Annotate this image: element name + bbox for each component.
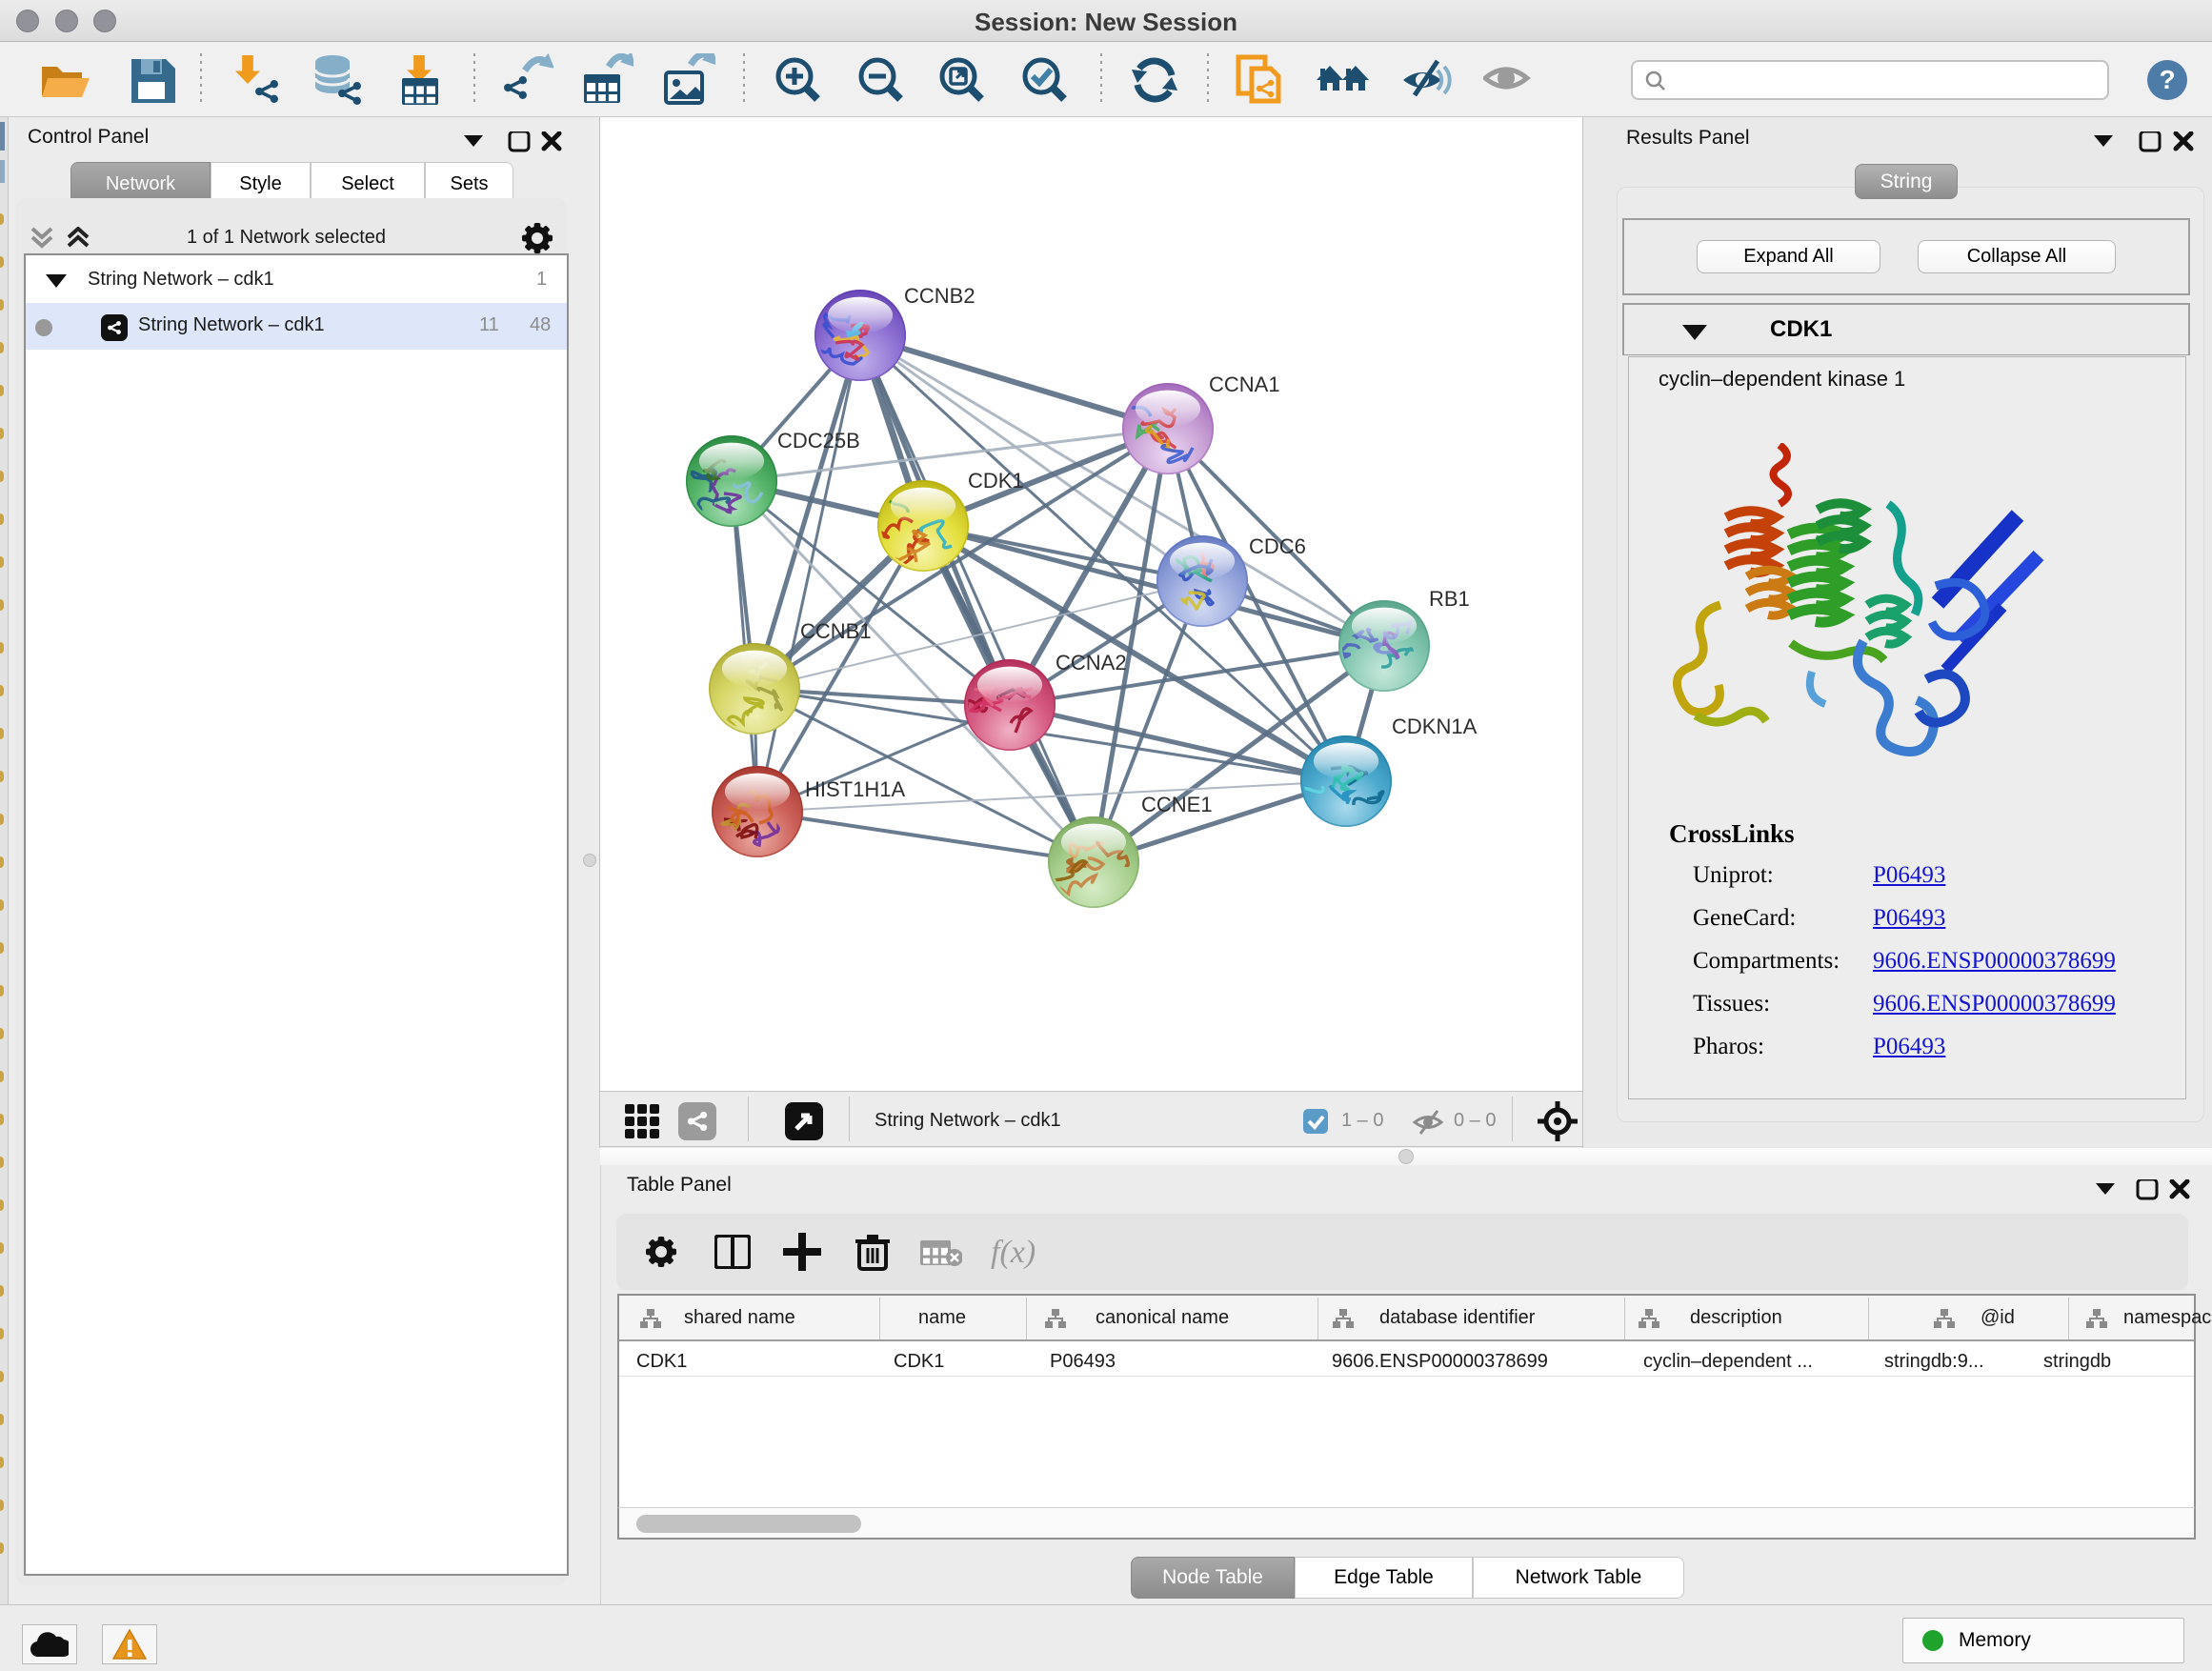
svg-text:CDC25B: CDC25B	[777, 429, 860, 453]
svg-text:CDC6: CDC6	[1249, 534, 1306, 558]
svg-text:CDK1: CDK1	[968, 469, 1024, 493]
svg-text:CCNA1: CCNA1	[1209, 372, 1280, 396]
svg-text:CCNE1: CCNE1	[1141, 793, 1213, 816]
svg-text:CCNB1: CCNB1	[800, 619, 872, 643]
svg-text:CCNA2: CCNA2	[1056, 651, 1127, 674]
svg-text:HIST1H1A: HIST1H1A	[805, 777, 905, 801]
svg-text:RB1: RB1	[1429, 587, 1470, 611]
svg-text:CCNB2: CCNB2	[904, 284, 975, 308]
svg-text:CDKN1A: CDKN1A	[1392, 715, 1478, 738]
svg-text:?: ?	[2159, 65, 2175, 94]
